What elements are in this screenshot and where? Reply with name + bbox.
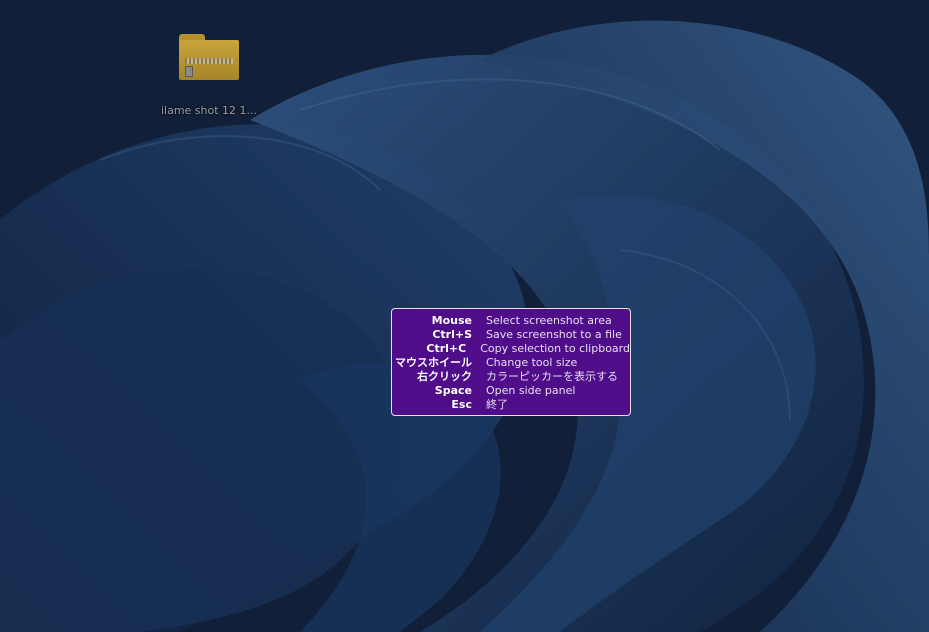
shortcut-key: Esc: [451, 398, 472, 411]
help-row: マウスホイール Change tool size: [392, 356, 630, 370]
shortcut-description: Save screenshot to a file: [486, 328, 622, 341]
desktop-file-icon[interactable]: ilame shot 12 1...: [160, 30, 258, 117]
shortcut-key: Ctrl+C: [426, 342, 467, 355]
shortcut-key: Mouse: [431, 314, 472, 327]
shortcut-key: Space: [434, 384, 472, 397]
help-row: Mouse Select screenshot area: [392, 314, 630, 328]
help-row: Ctrl+S Save screenshot to a file: [392, 328, 630, 342]
shortcut-description: Change tool size: [486, 356, 578, 369]
help-row: 右クリック カラーピッカーを表示する: [392, 370, 630, 384]
shortcut-key: Ctrl+S: [432, 328, 472, 341]
zip-folder-icon: [177, 30, 241, 80]
shortcut-help-panel: Mouse Select screenshot area Ctrl+S Save…: [391, 308, 631, 416]
desktop-file-label: ilame shot 12 1...: [160, 104, 258, 117]
shortcut-key: マウスホイール: [395, 356, 472, 369]
help-row: Ctrl+C Copy selection to clipboard: [392, 342, 630, 356]
shortcut-description: Select screenshot area: [486, 314, 612, 327]
shortcut-description: Copy selection to clipboard: [480, 342, 630, 355]
shortcut-description: Open side panel: [486, 384, 576, 397]
shortcut-description: 終了: [486, 398, 508, 411]
help-row: Space Open side panel: [392, 384, 630, 398]
shortcut-description: カラーピッカーを表示する: [486, 370, 618, 383]
desktop[interactable]: ilame shot 12 1... Mouse Select screensh…: [0, 0, 929, 632]
help-row: Esc 終了: [392, 398, 630, 412]
shortcut-key: 右クリック: [417, 370, 472, 383]
